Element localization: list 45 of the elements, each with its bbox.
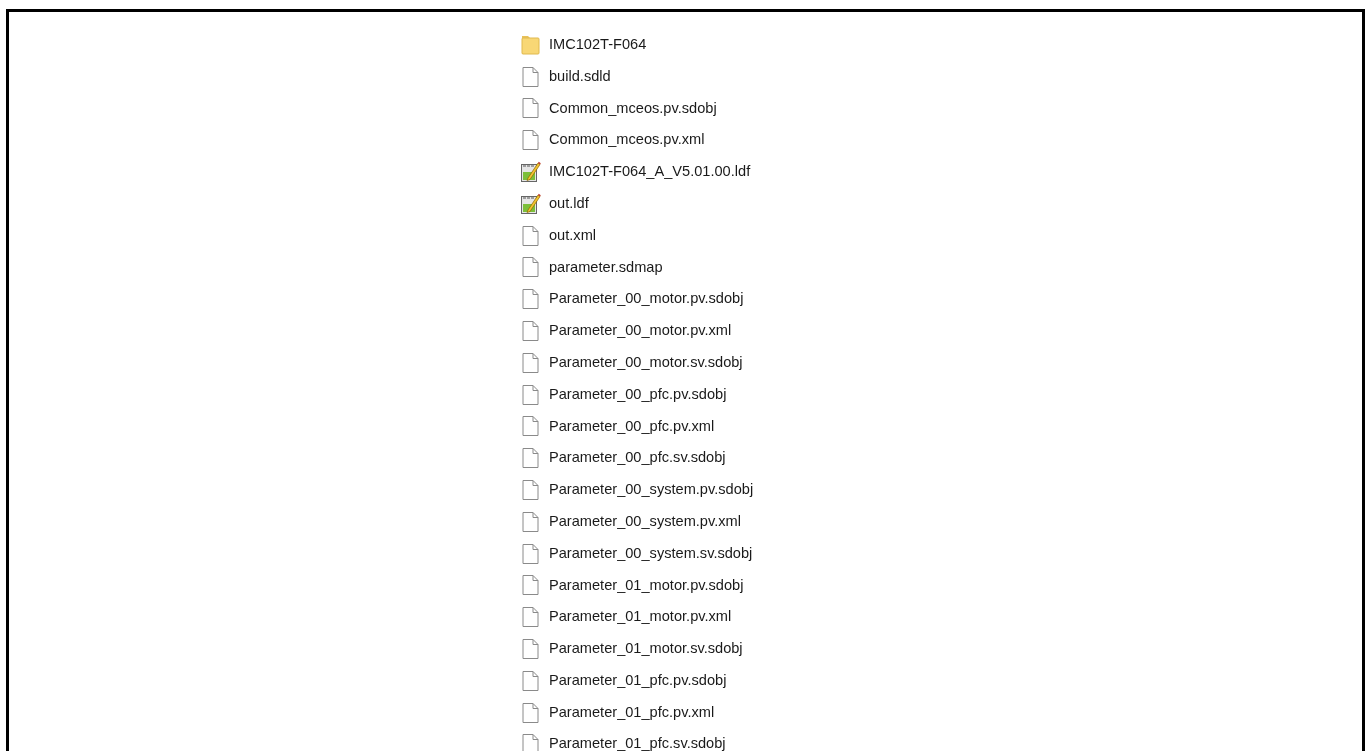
file-name[interactable]: Parameter_00_pfc.pv.xml bbox=[549, 415, 715, 438]
file-name[interactable]: out.xml bbox=[549, 224, 597, 247]
file-name[interactable]: Parameter_01_pfc.sv.sdobj bbox=[549, 733, 726, 751]
file-name[interactable]: Parameter_00_system.sv.sdobj bbox=[549, 542, 753, 565]
file-name[interactable]: Parameter_00_motor.sv.sdobj bbox=[549, 351, 743, 374]
file-icon[interactable] bbox=[519, 414, 541, 439]
file-name[interactable]: Parameter_00_system.pv.sdobj bbox=[549, 479, 754, 501]
file-name[interactable]: Common_mceos.pv.xml bbox=[549, 129, 705, 152]
file-icon[interactable] bbox=[519, 255, 541, 280]
file-name[interactable]: Parameter_00_motor.pv.xml bbox=[549, 320, 732, 342]
file-name[interactable]: Parameter_00_pfc.sv.sdobj bbox=[549, 447, 726, 470]
file-name[interactable]: Parameter_01_motor.pv.xml bbox=[549, 606, 732, 629]
folder-name[interactable]: IMC102T-F064 bbox=[549, 33, 647, 56]
file-name[interactable]: Parameter_00_system.pv.xml bbox=[549, 510, 741, 533]
file-icon[interactable] bbox=[519, 732, 541, 751]
file-icon[interactable] bbox=[519, 64, 541, 89]
file-name[interactable]: build.sdld bbox=[549, 65, 611, 88]
file-icon[interactable] bbox=[519, 128, 541, 153]
file-name[interactable]: Parameter_00_motor.pv.sdobj bbox=[549, 288, 744, 311]
file-name[interactable]: Common_mceos.pv.sdobj bbox=[549, 97, 717, 120]
file-icon[interactable] bbox=[519, 637, 541, 662]
file-icon[interactable] bbox=[519, 509, 541, 534]
file-icon[interactable] bbox=[519, 446, 541, 471]
file-name[interactable]: Parameter_01_motor.sv.sdobj bbox=[549, 638, 743, 660]
file-icon[interactable] bbox=[519, 478, 541, 503]
file-icon[interactable] bbox=[519, 700, 541, 725]
file-icon[interactable] bbox=[519, 287, 541, 312]
file-icon[interactable] bbox=[519, 541, 541, 566]
file-name[interactable]: Parameter_01_motor.pv.sdobj bbox=[549, 574, 744, 597]
file-icon[interactable] bbox=[519, 223, 541, 248]
file-name[interactable]: IMC102T-F064_A_V5.01.00.ldf bbox=[549, 161, 751, 184]
file-icon[interactable] bbox=[519, 605, 541, 630]
file-icon[interactable] bbox=[519, 96, 541, 121]
notepad-pencil-icon[interactable] bbox=[519, 191, 541, 216]
notepad-pencil-icon[interactable] bbox=[519, 160, 541, 185]
file-name[interactable]: Parameter_00_pfc.pv.sdobj bbox=[549, 383, 727, 406]
file-icon[interactable] bbox=[519, 319, 541, 344]
file-name[interactable]: parameter.sdmap bbox=[549, 256, 663, 279]
file-icon[interactable] bbox=[519, 382, 541, 407]
file-name[interactable]: out.ldf bbox=[549, 192, 589, 215]
file-name[interactable]: Parameter_01_pfc.pv.xml bbox=[549, 701, 715, 724]
file-name[interactable]: Parameter_01_pfc.pv.sdobj bbox=[549, 669, 727, 692]
file-icon[interactable] bbox=[519, 573, 541, 598]
file-icon[interactable] bbox=[519, 668, 541, 693]
file-icon[interactable] bbox=[519, 350, 541, 375]
